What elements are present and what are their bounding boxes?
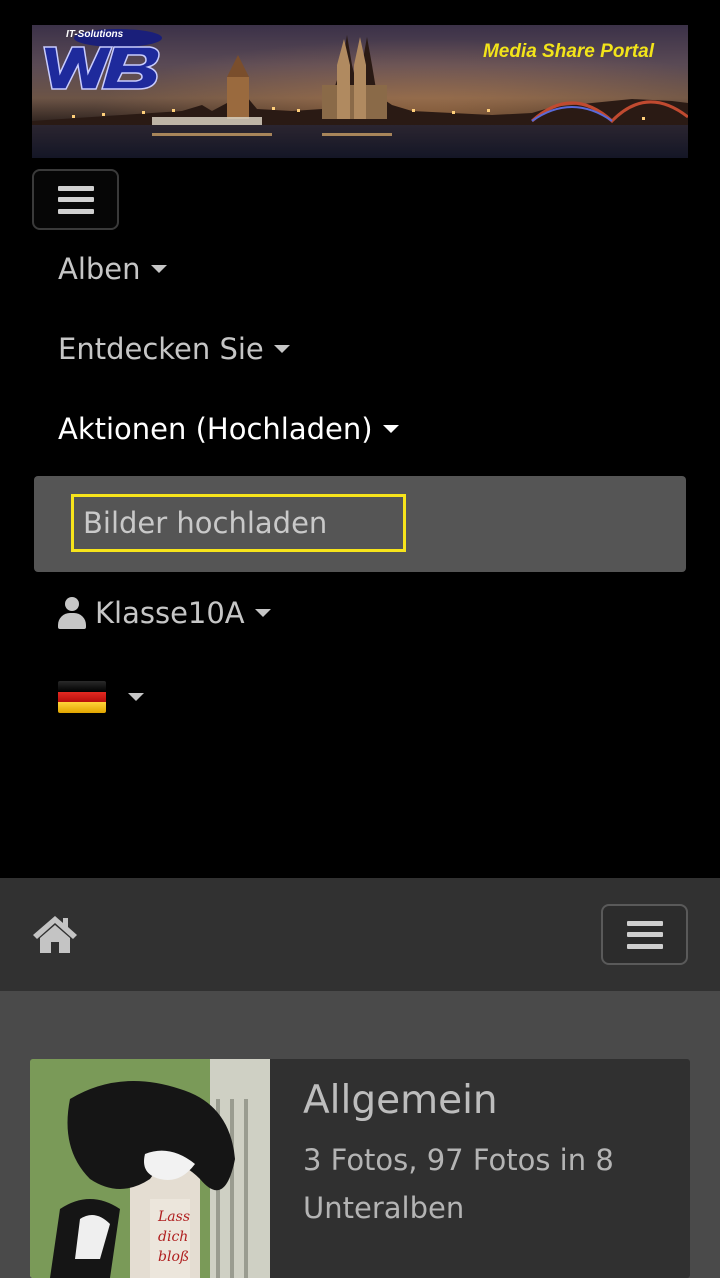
- nav-item-aktionen[interactable]: Aktionen (Hochladen): [58, 412, 399, 446]
- nav-item-alben[interactable]: Alben: [58, 252, 167, 286]
- dropdown-item-label: Bilder hochladen: [83, 506, 328, 540]
- cat-photo: Lass dich bloß: [30, 1059, 270, 1278]
- navbar-toggle-button[interactable]: [32, 169, 119, 230]
- svg-text:dich: dich: [158, 1229, 188, 1245]
- caret-down-icon: [382, 425, 399, 433]
- user-label: Klasse10A: [95, 596, 245, 630]
- reflection: [322, 133, 392, 136]
- album-thumbnail-image[interactable]: Lass dich bloß: [30, 1059, 270, 1278]
- germany-flag-icon: [58, 681, 106, 713]
- portal-title: Media Share Portal: [482, 41, 654, 62]
- aktionen-dropdown-menu: Bilder hochladen: [34, 476, 686, 572]
- header-banner[interactable]: IT-Solutions Media Share Portal: [32, 25, 688, 158]
- hamburger-icon: [626, 920, 663, 949]
- nav-item-label: Alben: [58, 252, 141, 286]
- wb-logo[interactable]: IT-Solutions: [38, 27, 164, 93]
- album-meta: 3 Fotos, 97 Fotos in 8 Unteralben: [303, 1143, 614, 1225]
- secondary-menu-toggle-button[interactable]: [601, 904, 688, 965]
- language-selector[interactable]: [58, 681, 144, 713]
- home-icon[interactable]: [32, 914, 78, 954]
- nav-item-entdecken[interactable]: Entdecken Sie: [58, 332, 290, 366]
- logo-tagline: IT-Solutions: [66, 29, 124, 40]
- reflection: [152, 133, 272, 136]
- svg-text:Lass: Lass: [157, 1209, 190, 1225]
- dropdown-item-bilder-hochladen[interactable]: Bilder hochladen: [71, 494, 406, 552]
- river-water: [32, 125, 688, 158]
- hamburger-icon: [57, 185, 94, 214]
- caret-down-icon: [273, 345, 290, 353]
- nav-item-label: Aktionen (Hochladen): [58, 412, 373, 446]
- nav-item-user[interactable]: Klasse10A: [58, 596, 271, 630]
- svg-text:bloß: bloß: [158, 1249, 189, 1265]
- caret-down-icon: [150, 265, 167, 273]
- caret-down-icon: [254, 609, 271, 617]
- caret-down-icon: [128, 693, 144, 701]
- nav-item-label: Entdecken Sie: [58, 332, 264, 366]
- album-title[interactable]: Allgemein: [303, 1078, 498, 1123]
- user-icon: [58, 597, 86, 629]
